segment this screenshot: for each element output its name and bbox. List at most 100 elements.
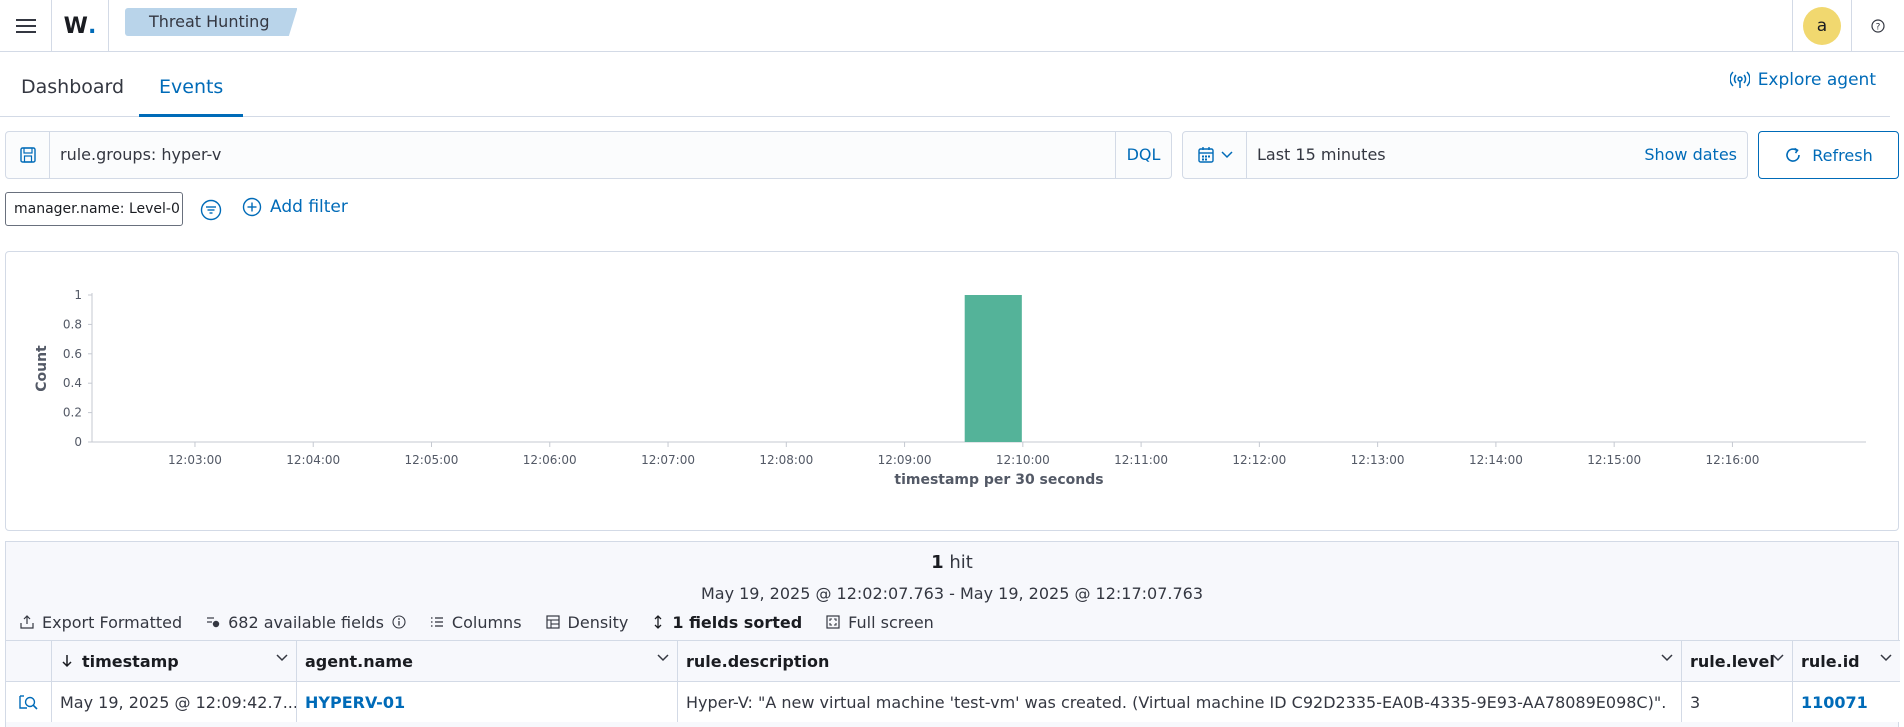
x-tick-label: 12:10:00 [996,453,1050,467]
x-tick-label: 12:07:00 [641,453,695,467]
refresh-button[interactable]: Refresh [1758,131,1899,179]
y-axis-title: Count [34,345,50,392]
rule-id-link[interactable]: 110071 [1801,693,1868,712]
fields-icon [207,617,220,628]
x-tick-label: 12:14:00 [1469,453,1523,467]
x-tick-label: 12:03:00 [168,453,222,467]
list-icon [430,617,443,627]
density-icon [545,615,560,629]
x-tick-label: 12:09:00 [878,453,932,467]
filter-menu-button[interactable] [200,199,222,225]
y-tick-label: 1 [74,288,82,302]
x-tick-label: 12:12:00 [1232,453,1286,467]
column-header-rule-level[interactable]: rule.level [1682,641,1793,681]
export-label: Export Formatted [42,612,183,632]
x-tick-label: 12:11:00 [1114,453,1168,467]
add-filter-button[interactable]: Add filter [242,197,348,217]
inspect-icon [18,695,38,710]
x-tick-label: 12:05:00 [405,453,459,467]
help-button[interactable]: ? [1852,0,1904,52]
menu-button[interactable] [0,0,52,52]
column-label-rule-level: rule.level [1690,651,1775,671]
explore-agent-button[interactable]: Explore agent [1729,70,1876,90]
svg-text:?: ? [1876,23,1881,33]
app-logo[interactable]: W. [52,0,109,52]
hits-label: hit [949,552,973,573]
tab-bar: Dashboard Events Explore agent [0,52,1890,117]
export-button[interactable]: Export Formatted [20,613,182,632]
tab-events[interactable]: Events [139,52,244,117]
x-tick-label: 12:13:00 [1351,453,1405,467]
x-axis-title: timestamp per 30 seconds [894,472,1103,488]
x-tick-label: 12:08:00 [759,453,813,467]
sort-button[interactable]: 1 fields sorted [652,613,802,632]
column-header-rule-description[interactable]: rule.description [678,641,1682,681]
fullscreen-label: Full screen [848,612,934,632]
x-tick-label: 12:06:00 [523,453,577,467]
query-language-button[interactable]: DQL [1115,132,1171,178]
logo-letter: W [63,13,88,39]
x-tick-label: 12:15:00 [1587,453,1641,467]
results-table: timestamp agent.name rule.description ru… [6,640,1900,722]
saved-query-button[interactable] [6,132,50,178]
user-menu[interactable]: a [1792,0,1852,52]
cell-rule-level[interactable]: 3 [1682,682,1793,722]
column-header-agent-name[interactable]: agent.name [297,641,678,681]
hits-count: 1 hit [6,552,1898,573]
chevron-down-icon[interactable] [1880,654,1892,662]
chevron-down-icon[interactable] [1661,654,1673,662]
logo-dot: . [87,13,97,39]
search-input[interactable]: rule.groups: hyper-v [60,132,221,178]
help-icon: ? [1871,19,1885,33]
y-tick-label: 0.4 [63,376,82,390]
chevron-down-icon[interactable] [276,654,288,662]
plus-circle-icon [242,197,262,217]
header-control-cell [6,641,52,681]
histogram-bar [964,295,1022,442]
chevron-down-icon[interactable] [1772,654,1784,662]
density-label: Density [567,612,629,632]
add-filter-label: Add filter [270,197,348,217]
agent-link[interactable]: HYPERV-01 [305,693,405,712]
avatar: a [1803,7,1841,45]
hits-number: 1 [931,552,944,573]
tab-dashboard[interactable]: Dashboard [1,52,144,117]
histogram-chart[interactable]: 0 0.2 0.4 0.6 0.8 1 12:03:00 12:04:00 12:05:00 12… [6,252,1898,530]
cell-timestamp[interactable]: May 19, 2025 @ 12:09:42.7... [52,682,297,722]
density-button[interactable]: Density [545,612,629,632]
antenna-icon [1729,71,1750,88]
info-icon [392,615,406,629]
breadcrumb[interactable]: Threat Hunting [125,8,298,36]
fullscreen-button[interactable]: Full screen [826,613,934,632]
sort-icon [654,615,662,629]
grid-toolbar: Export Formatted 682 available fields Co… [20,610,958,634]
show-dates-button[interactable]: Show dates [1644,132,1737,178]
x-tick-label: 12:04:00 [286,453,340,467]
chevron-down-icon[interactable] [657,654,669,662]
columns-label: Columns [451,612,522,632]
y-tick-label: 0.8 [63,317,82,331]
y-tick-label: 0 [74,435,82,449]
top-header: W. Threat Hunting a ? [0,0,1904,52]
results-time-range: May 19, 2025 @ 12:02:07.763 - May 19, 20… [700,584,1204,603]
cell-agent-name[interactable]: HYPERV-01 [297,682,678,722]
refresh-label: Refresh [1812,145,1873,165]
columns-button[interactable]: Columns [430,613,522,632]
arrow-down-icon [62,655,72,668]
inspect-document-button[interactable] [6,682,52,722]
column-label-rule-description: rule.description [686,651,830,671]
date-range-label[interactable]: Last 15 minutes [1257,132,1386,178]
explore-agent-label: Explore agent [1757,70,1876,90]
available-fields-button[interactable]: 682 available fields [206,613,406,632]
filter-pill-manager-name[interactable]: manager.name: Level-0 [5,192,183,226]
cell-rule-description[interactable]: Hyper-V: "A new virtual machine 'test-vm… [678,682,1682,722]
date-picker: Last 15 minutes Show dates [1182,131,1748,179]
quick-date-button[interactable] [1183,132,1247,178]
column-header-rule-id[interactable]: rule.id [1793,641,1900,681]
available-fields-label: 682 available fields [228,612,384,632]
column-header-timestamp[interactable]: timestamp [52,641,297,681]
x-tick-label: 12:16:00 [1705,453,1759,467]
column-label-agent-name: agent.name [305,651,413,671]
results-panel: 1 hit May 19, 2025 @ 12:02:07.763 - May … [5,541,1900,727]
cell-rule-id[interactable]: 110071 [1793,682,1900,722]
